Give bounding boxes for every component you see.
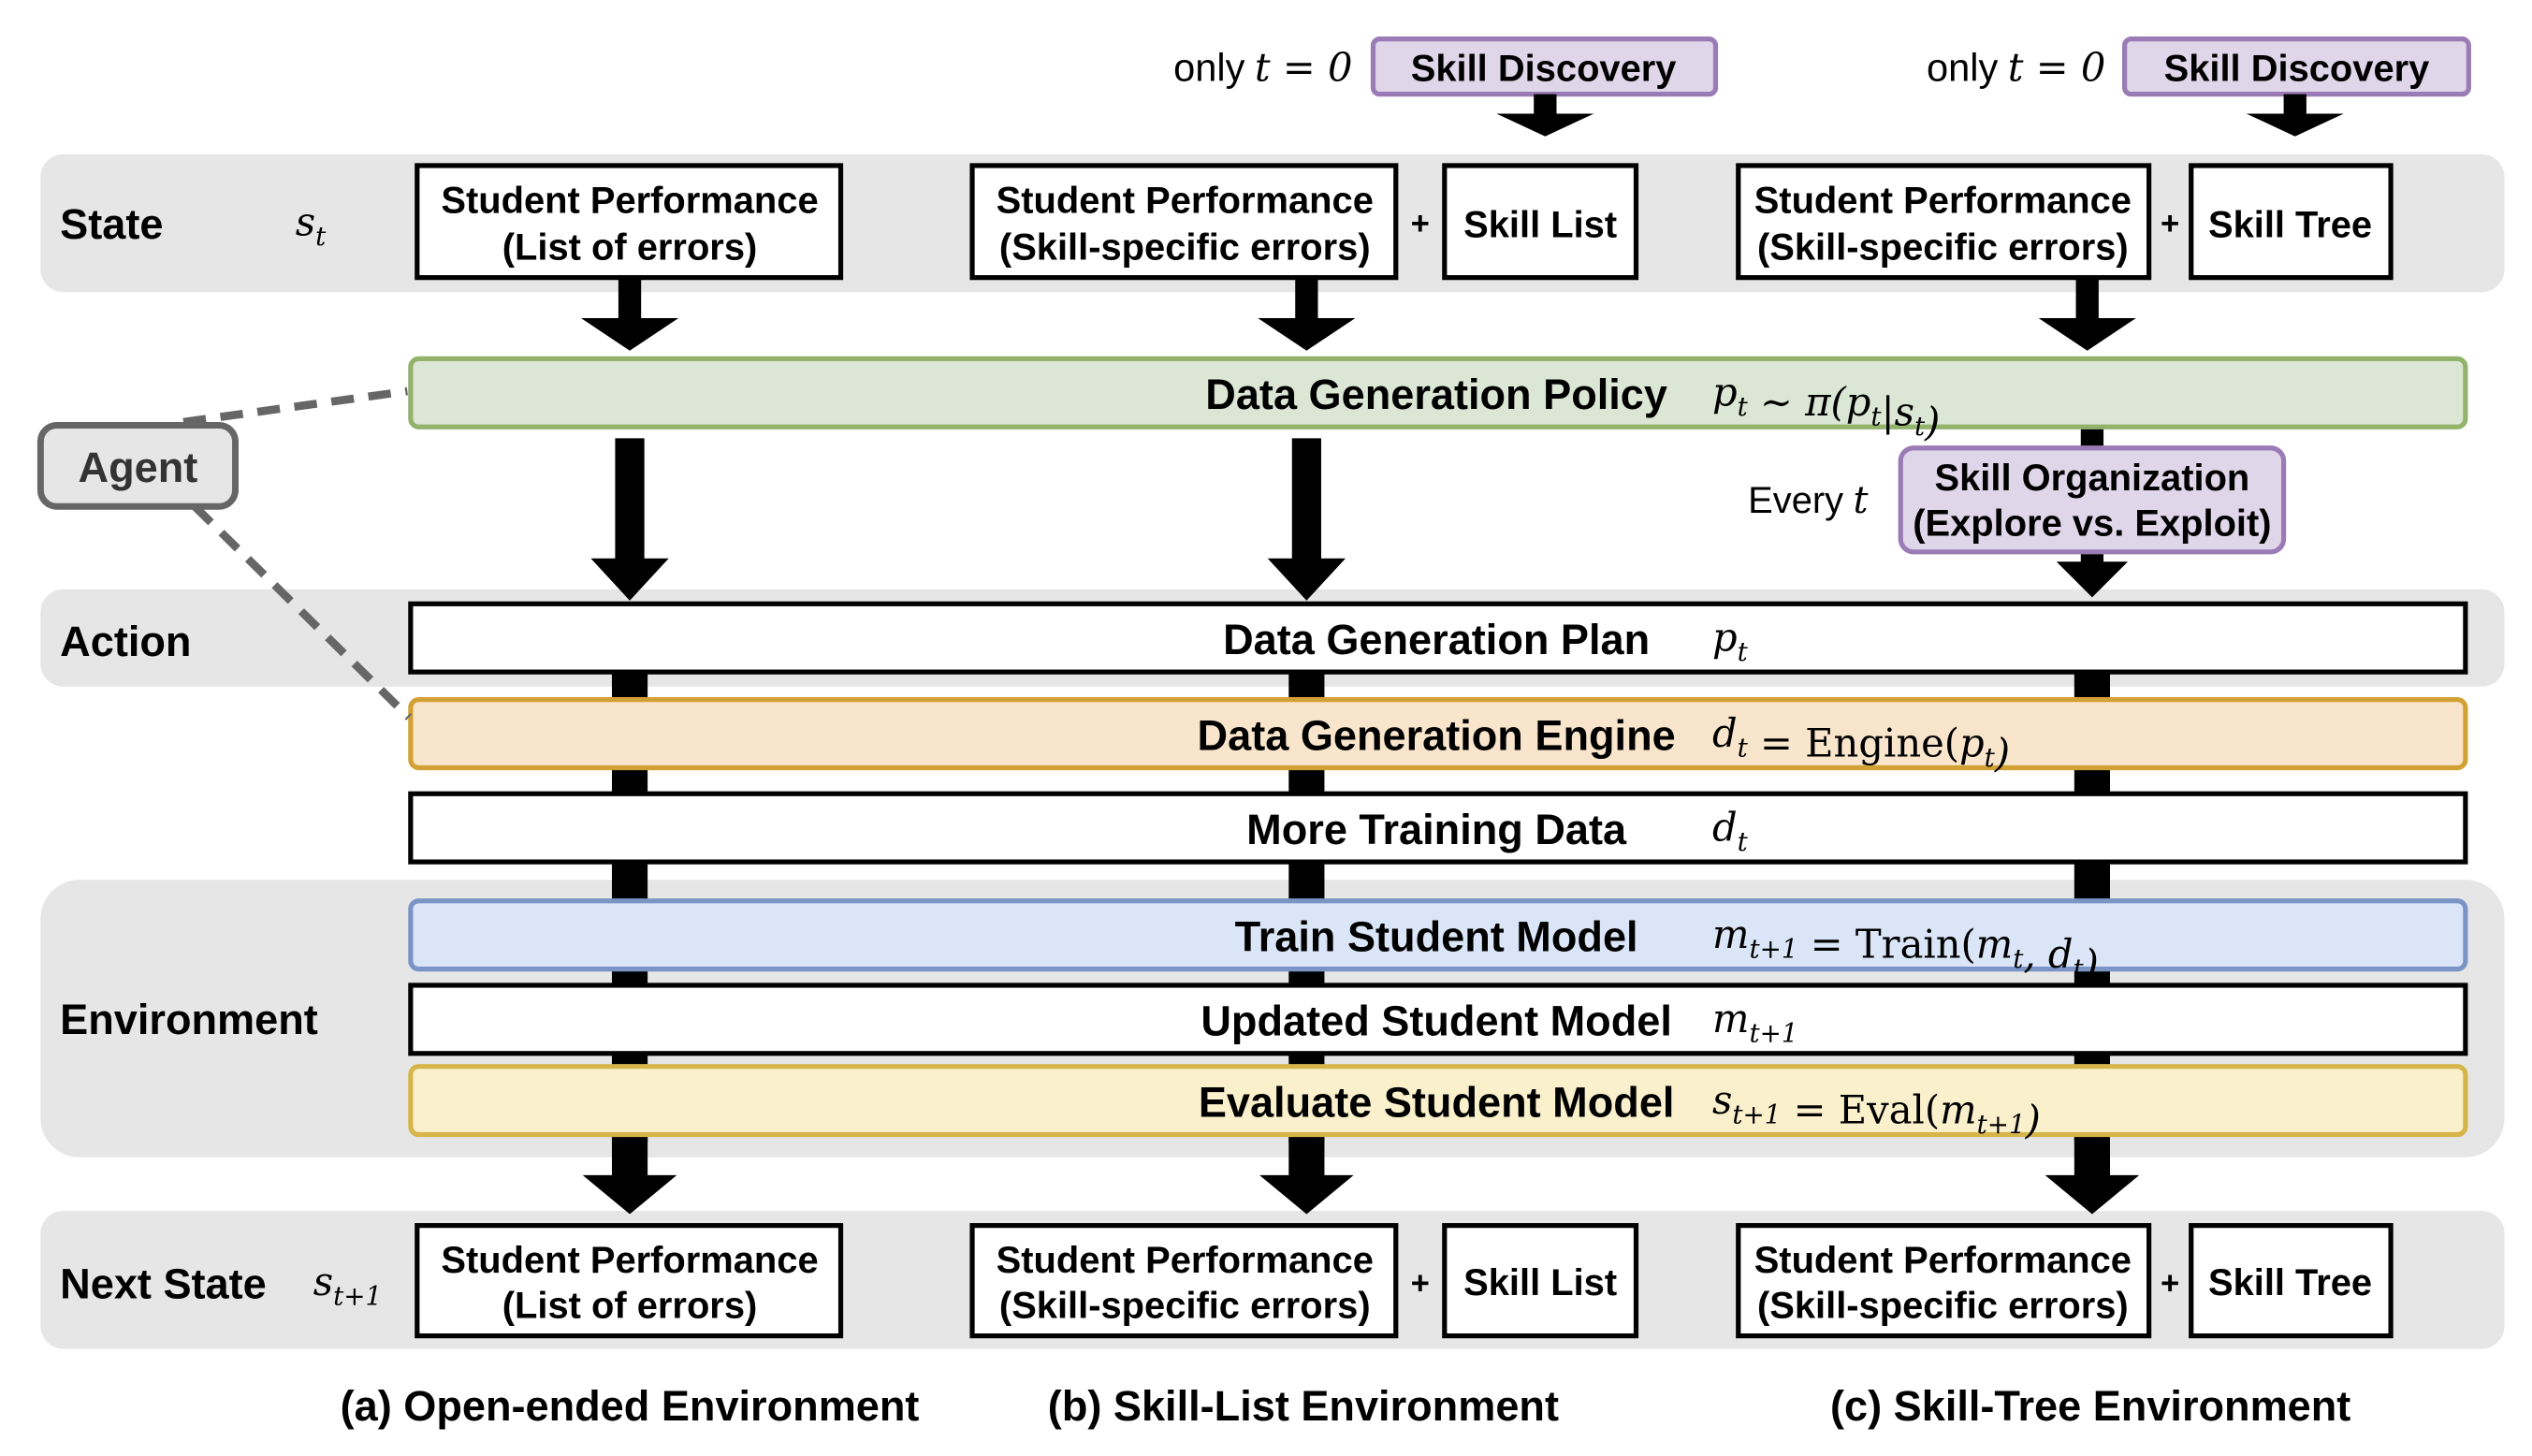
arrow-down-icon (1496, 94, 1594, 137)
skill-list-label: Skill List (1463, 204, 1617, 245)
state-box-a-line2: (List of errors) (502, 227, 758, 269)
agent-link-policy (182, 386, 408, 427)
state-box-c-line1: Student Performance (1754, 180, 2132, 221)
state-box-b-line2: (Skill-specific errors) (999, 227, 1371, 269)
next-state-label: Next State (60, 1260, 267, 1308)
arrow-down-icon (590, 438, 669, 601)
state-box-b-line1: Student Performance (997, 180, 1374, 221)
next-skill-list-label: Skill List (1463, 1262, 1617, 1303)
next-skill-tree-label: Skill Tree (2208, 1262, 2372, 1303)
data-generation-engine-label: Data Generation Engine (1198, 711, 1676, 759)
data-generation-policy-label: Data Generation Policy (1205, 371, 1667, 418)
next-box-b-line2: (Skill-specific errors) (999, 1286, 1371, 1327)
train-student-model-label: Train Student Model (1235, 913, 1638, 961)
next-box-b-line1: Student Performance (997, 1240, 1374, 1281)
state-box-a-line1: Student Performance (441, 180, 818, 221)
arrow-down-icon (1267, 438, 1346, 601)
next-box-c-line1: Student Performance (1754, 1240, 2132, 1281)
agent-label: Agent (79, 444, 198, 491)
diagram: State st Action Environment Next State s… (36, 36, 2505, 1430)
caption-b: (b) Skill-List Environment (1048, 1382, 1559, 1430)
only-label-b: only t = 0 (1173, 45, 1352, 91)
caption-c: (c) Skill-Tree Environment (1830, 1382, 2350, 1430)
skill-discovery-b-label: Skill Discovery (1411, 49, 1677, 90)
caption-a: (a) Open-ended Environment (341, 1382, 920, 1430)
every-t-label: Every t (1748, 479, 1869, 522)
next-box-c-line2: (Skill-specific errors) (1757, 1286, 2129, 1327)
arrow-down-icon (2246, 94, 2344, 137)
state-label: State (60, 200, 163, 248)
plus-c: + (2161, 206, 2179, 241)
plus-b: + (1411, 206, 1430, 241)
next-plus-c: + (2161, 1266, 2179, 1302)
environment-label: Environment (60, 996, 318, 1043)
next-plus-b: + (1411, 1266, 1430, 1302)
skill-tree-label: Skill Tree (2208, 204, 2372, 245)
data-generation-engine-formula: dt = Engine(pt) (1712, 710, 2010, 776)
next-box-a-line1: Student Performance (441, 1240, 818, 1281)
action-label: Action (60, 618, 191, 665)
skill-discovery-c-label: Skill Discovery (2164, 49, 2430, 90)
skill-organization-line2: (Explore vs. Exploit) (1913, 502, 2271, 544)
next-box-a-line2: (List of errors) (502, 1286, 758, 1327)
data-generation-plan-label: Data Generation Plan (1223, 616, 1650, 663)
skill-organization-line1: Skill Organization (1935, 458, 2250, 499)
only-label-c: only t = 0 (1927, 45, 2105, 91)
state-box-c-line2: (Skill-specific errors) (1757, 227, 2129, 269)
more-training-data-label: More Training Data (1246, 806, 1627, 853)
evaluate-student-model-label: Evaluate Student Model (1199, 1078, 1675, 1126)
updated-student-model-label: Updated Student Model (1201, 997, 1672, 1045)
